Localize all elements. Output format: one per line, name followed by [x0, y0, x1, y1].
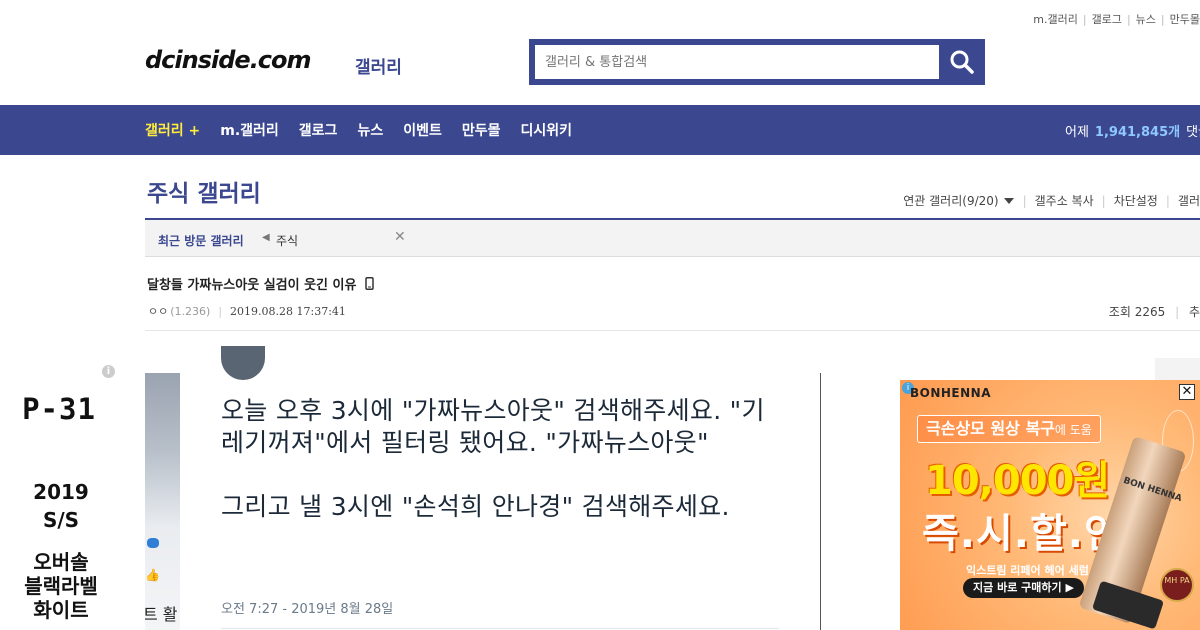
- ad-headline: 극손상모 원상 복구에 도움: [917, 415, 1101, 443]
- views-count: 2265: [1134, 305, 1166, 319]
- avatar: [221, 346, 265, 380]
- logo-gallery-label[interactable]: 갤러리: [355, 53, 402, 78]
- ad-brand: BONHENNA: [910, 386, 992, 400]
- util-link-mall[interactable]: 만두몰: [1170, 13, 1200, 26]
- visits-suffix: 댓글: [1186, 124, 1200, 140]
- right-tab: [1155, 358, 1200, 380]
- post-title-row: 달창들 가짜뉴스아웃 실검이 웃긴 이유: [147, 274, 375, 293]
- recent-visits-bar: 최근 방문 갤러리 ◀ 주식 ✕: [145, 220, 1200, 257]
- nav-item-gallog[interactable]: 갤로그: [299, 120, 338, 140]
- search-box: [529, 39, 985, 85]
- arrow-left-icon[interactable]: ◀: [262, 232, 270, 243]
- recent-gallery-item[interactable]: 주식: [276, 232, 298, 249]
- search-icon: [950, 50, 974, 74]
- caret-down-icon[interactable]: [1003, 196, 1015, 206]
- ad-product-code: P-31: [22, 392, 96, 426]
- tweet-divider: [221, 628, 779, 629]
- post-author[interactable]: ㅇㅇ: [148, 303, 168, 319]
- post-stats: 조회 2265 | 추: [1108, 305, 1200, 319]
- tweet-text: 오늘 오후 3시에 "가짜뉴스아웃" 검색해주세요. "기레기꺼져"에서 필터링…: [221, 396, 765, 521]
- nav-item-mall[interactable]: 만두몰: [462, 120, 501, 140]
- emoji-blue: [147, 538, 159, 548]
- ad-seal-badge: MH PA: [1160, 568, 1194, 602]
- nav-item-event[interactable]: 이벤트: [403, 120, 442, 140]
- close-icon[interactable]: ✕: [394, 229, 406, 245]
- image-border: [820, 373, 821, 630]
- nav-item-mgallery[interactable]: m.갤러리: [220, 120, 279, 140]
- copy-address-button[interactable]: 갤주소 복사: [1035, 192, 1094, 209]
- nav-item-wiki[interactable]: 디시위키: [520, 120, 572, 140]
- ad-price: 10,000원: [925, 458, 1110, 504]
- post-header-divider: [145, 330, 1200, 331]
- ad-name-line1: 오버솔: [33, 550, 89, 574]
- visits-label: 어제: [1065, 124, 1089, 140]
- nav-item-news[interactable]: 뉴스: [357, 120, 383, 140]
- mobile-icon: [365, 277, 375, 290]
- gallery-title[interactable]: 주식 갤러리: [147, 174, 261, 208]
- post-date: 2019.08.28 17:37:41: [230, 304, 346, 318]
- ad-close-button[interactable]: ✕: [1179, 384, 1195, 400]
- ad-name-line2: 블랙라벨: [24, 574, 98, 598]
- emoji-small: 👍: [145, 568, 160, 582]
- ad-season: 2019 S/S: [0, 478, 122, 534]
- tweet-timestamp[interactable]: 오전 7:27 - 2019년 8월 28일: [221, 598, 393, 617]
- gallery-more-button[interactable]: 갤러: [1178, 192, 1200, 209]
- recommend-label: 추: [1188, 305, 1200, 319]
- util-link-gallog[interactable]: 갤로그: [1092, 13, 1122, 26]
- info-icon[interactable]: i: [102, 365, 115, 378]
- gallery-tools: 연관 갤러리(9/20) | 갤주소 복사 | 차단설정 | 갤러: [903, 192, 1200, 209]
- left-ad-banner[interactable]: P-31 2019 S/S 오버솔 블랙라벨 화이트: [0, 380, 122, 622]
- block-settings-button[interactable]: 차단설정: [1114, 192, 1158, 209]
- ad-headline-small: 에 도움: [1054, 423, 1092, 437]
- post-author-ip: (1.236): [170, 304, 211, 318]
- ad-headline-main: 극손상모 원상 복구: [926, 419, 1055, 438]
- ad-subtitle: 익스트림 리페어 헤어 세럼: [966, 564, 1089, 577]
- nav-item-gallery[interactable]: 갤러리 +: [145, 120, 200, 140]
- related-gallery-button[interactable]: 연관 갤러리(9/20): [903, 192, 998, 209]
- post-title: 달창들 가짜뉴스아웃 실검이 웃긴 이유: [147, 278, 357, 293]
- sliver-text: 트 활: [145, 605, 178, 624]
- post-meta: ㅇㅇ (1.236) | 2019.08.28 17:37:41: [148, 303, 346, 319]
- main-nav: 갤러리 + m.갤러리 갤로그 뉴스 이벤트 만두몰 디시위키 어제 1,941…: [0, 105, 1200, 155]
- util-links: m.갤러리 | 갤로그 | 뉴스 | 만두몰: [1033, 13, 1200, 26]
- ad-name-line3: 화이트: [33, 598, 89, 622]
- util-link-mgallery[interactable]: m.갤러리: [1033, 13, 1078, 26]
- site-logo[interactable]: dcinside.com: [145, 46, 312, 74]
- embedded-image-sliver: 👍 트 활: [145, 373, 180, 630]
- ad-product-name: 오버솔 블랙라벨 화이트: [0, 550, 122, 622]
- search-button[interactable]: [939, 39, 985, 85]
- ad-season-year: 2019: [33, 480, 89, 504]
- ad-season-code: S/S: [42, 508, 80, 532]
- visit-stats: 어제 1,941,845개 댓글: [1065, 105, 1200, 155]
- right-ad-banner[interactable]: i BONHENNA ✕ 극손상모 원상 복구에 도움 10,000원 즉.시.…: [900, 380, 1200, 630]
- search-input[interactable]: [535, 45, 939, 79]
- recent-visits-label[interactable]: 최근 방문 갤러리: [158, 232, 244, 249]
- visits-count: 1,941,845개: [1094, 124, 1181, 140]
- ad-buy-button[interactable]: 지금 바로 구매하기 ▶: [963, 578, 1084, 598]
- util-link-news[interactable]: 뉴스: [1136, 13, 1156, 26]
- views-label: 조회: [1108, 305, 1131, 319]
